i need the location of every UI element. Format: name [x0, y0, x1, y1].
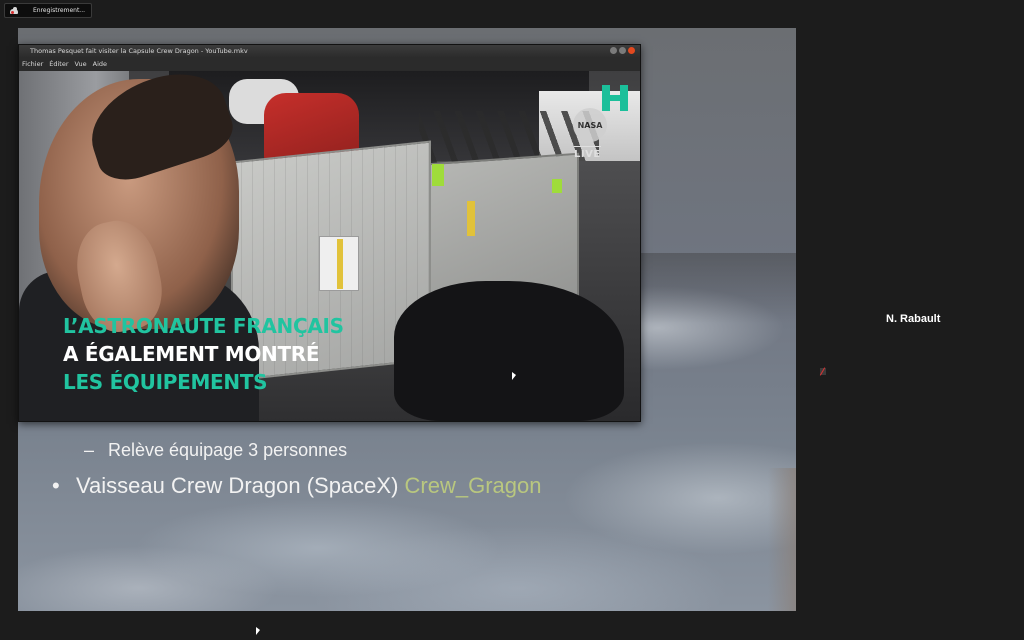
menu-editer[interactable]: Éditer — [49, 60, 68, 68]
dark-glove — [394, 281, 624, 421]
slide-background-haze — [638, 253, 796, 323]
dash-bullet-icon: – — [84, 440, 95, 460]
maximize-button[interactable] — [619, 47, 626, 54]
video-caption-line-2: A ÉGALEMENT MONTRÉ — [63, 342, 320, 366]
muted-mic-icon — [820, 368, 826, 375]
menu-vue[interactable]: Vue — [75, 60, 87, 68]
slide-sub-bullet: – Relève équipage 3 personnes — [84, 440, 347, 461]
green-tag — [432, 164, 444, 186]
screen-cursor-icon — [256, 627, 260, 635]
bullet-icon: • — [52, 473, 60, 498]
live-badge: LIVE — [574, 146, 601, 160]
recording-label: Enregistrement... — [33, 7, 86, 14]
slide-bullet-text: Vaisseau Crew Dragon (SpaceX) — [76, 473, 399, 498]
menu-bar: Fichier Éditer Vue Aide — [19, 57, 640, 70]
minimize-button[interactable] — [610, 47, 617, 54]
slide-bullet: • Vaisseau Crew Dragon (SpaceX) Crew_Grag… — [52, 473, 541, 499]
participant-name: N. Rabault — [886, 313, 941, 325]
video-caption-line-3: LES ÉQUIPEMENTS — [63, 370, 268, 394]
yellow-tag — [467, 201, 475, 236]
mouse-cursor-icon — [512, 372, 516, 380]
slide-sub-bullet-text: Relève équipage 3 personnes — [108, 440, 348, 460]
menu-aide[interactable]: Aide — [93, 60, 107, 68]
slide-link[interactable]: Crew_Gragon — [405, 473, 542, 498]
close-button[interactable] — [628, 47, 635, 54]
recording-dot-icon — [11, 11, 14, 14]
nasa-logo-text: NASA — [577, 120, 603, 130]
menu-fichier[interactable]: Fichier — [22, 60, 43, 68]
recording-indicator[interactable]: Enregistrement... — [4, 3, 92, 18]
slide-background-edge — [768, 468, 796, 611]
huffpost-logo-icon — [602, 85, 628, 111]
window-title: Thomas Pesquet fait visiter la Capsule C… — [30, 47, 248, 55]
box-label-stripe — [337, 239, 343, 289]
green-tag-small — [552, 179, 562, 193]
video-frame[interactable]: NASA LIVE L’ASTRONAUTE FRANÇAIS A ÉGALEM… — [19, 71, 640, 421]
window-titlebar[interactable]: Thomas Pesquet fait visiter la Capsule C… — [19, 45, 640, 57]
nasa-logo-icon: NASA — [573, 108, 607, 142]
video-player-window[interactable]: Thomas Pesquet fait visiter la Capsule C… — [18, 44, 641, 422]
window-controls — [610, 47, 635, 54]
screen: Enregistrement... – Relève équipage 3 per… — [0, 0, 1024, 640]
video-caption-line-1: L’ASTRONAUTE FRANÇAIS — [63, 314, 344, 338]
